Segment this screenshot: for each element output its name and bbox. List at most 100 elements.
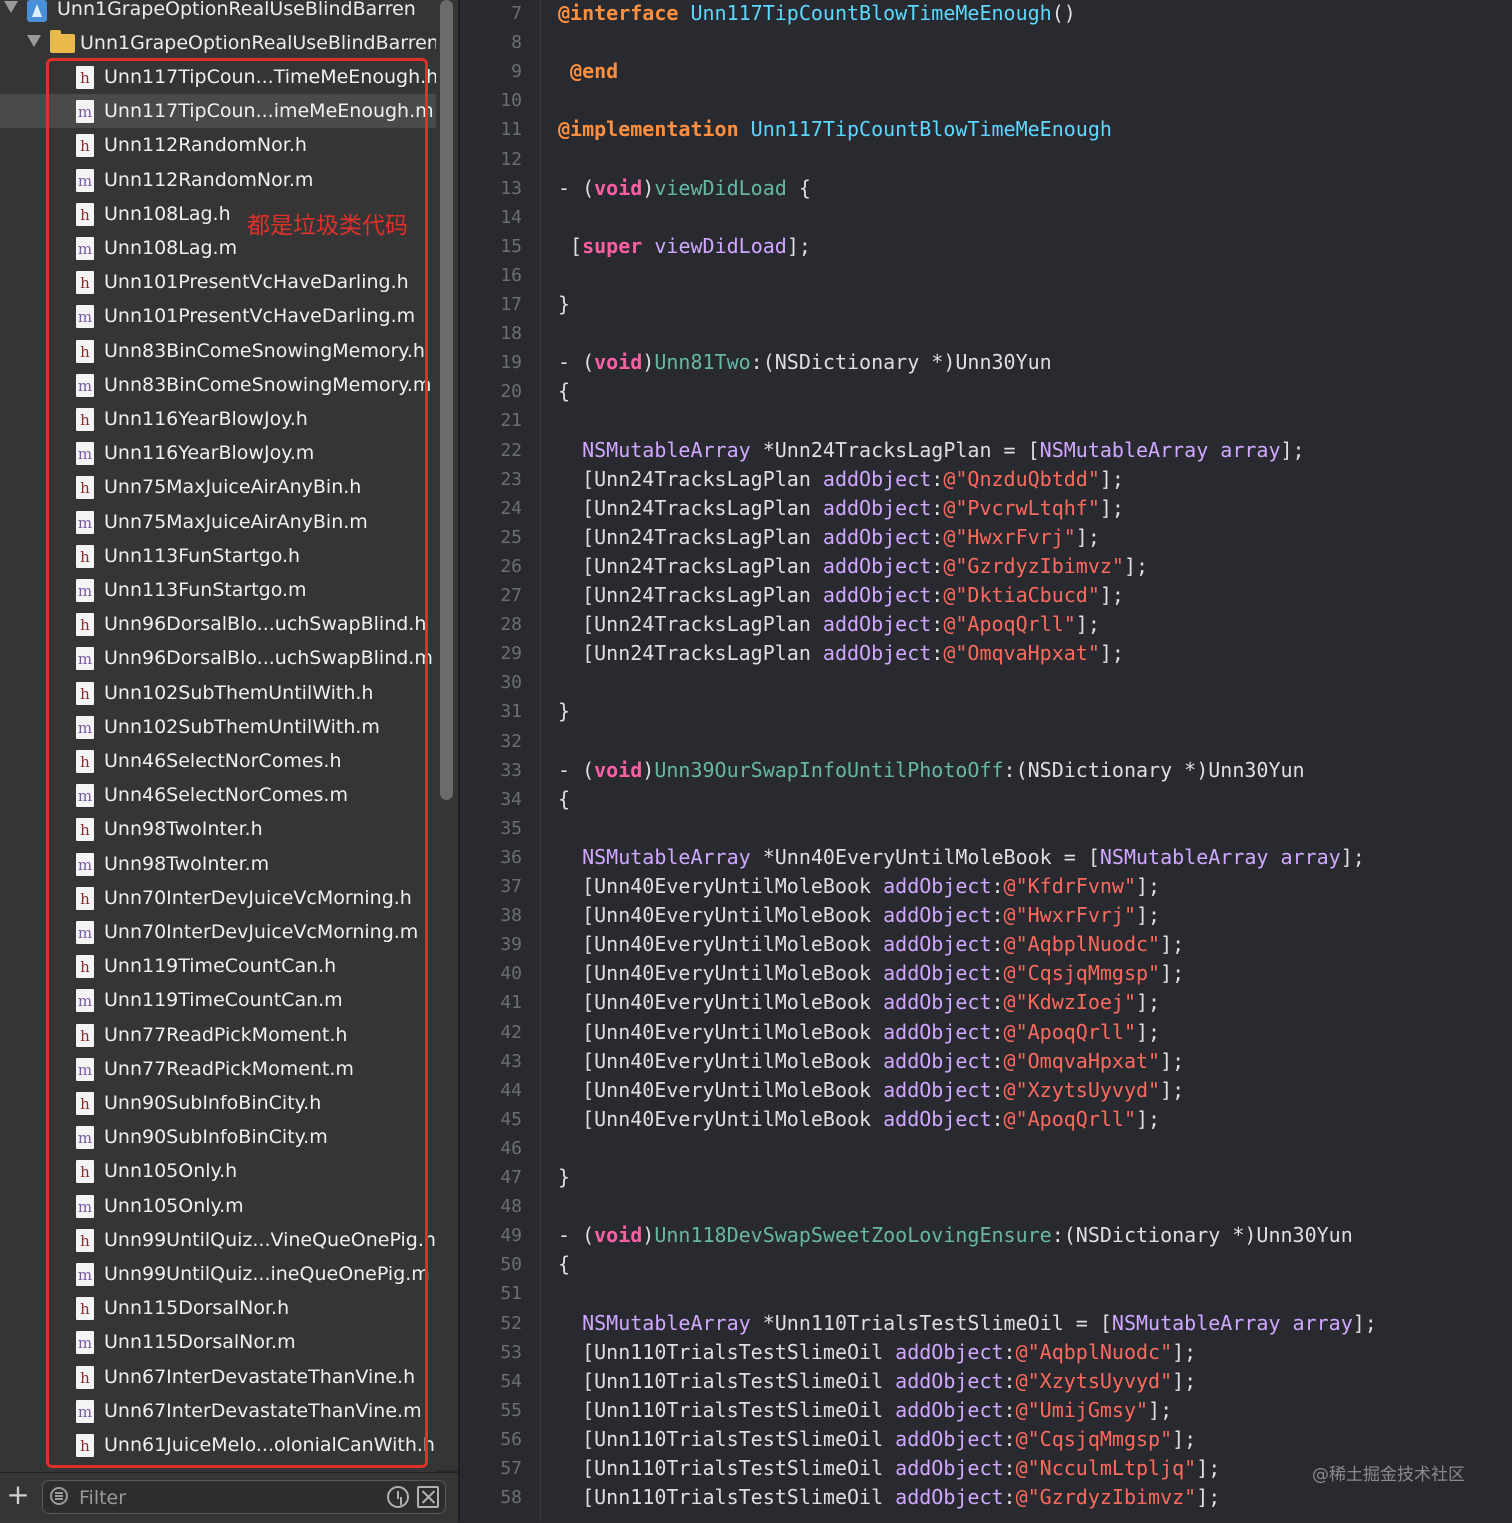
code-token: - ( [558, 175, 595, 200]
code-token: addObject [822, 524, 932, 549]
code-line[interactable]: [Unn40EveryUntilMoleBook addObject:@"Xzy… [558, 1076, 1184, 1105]
code-token: : [1003, 1485, 1016, 1510]
line-number: 44 [500, 1079, 522, 1101]
code-line[interactable]: - (void)Unn118DevSwapSweetZooLovingEnsur… [558, 1221, 1353, 1250]
code-token: ]; [1196, 1456, 1221, 1480]
code-line[interactable]: [Unn110TrialsTestSlimeOil addObject:@"Xz… [558, 1367, 1196, 1396]
code-token: ]; [1352, 1310, 1377, 1335]
code-token: : [1003, 1368, 1016, 1393]
code-line[interactable]: [Unn24TracksLagPlan addObject:@"GzrdyzIb… [558, 552, 1148, 581]
code-token: ) [642, 175, 655, 200]
disclosure-triangle-icon[interactable] [4, 1, 18, 13]
code-token: ]; [1160, 932, 1185, 957]
code-token: ]; [1075, 524, 1100, 549]
code-token: : [1003, 1397, 1016, 1422]
code-line[interactable]: [Unn110TrialsTestSlimeOil addObject:@"Um… [558, 1396, 1172, 1425]
line-number: 18 [500, 323, 522, 345]
scm-filter-icon[interactable] [417, 1486, 439, 1508]
code-line[interactable]: [Unn40EveryUntilMoleBook addObject:@"Kdw… [558, 988, 1160, 1017]
code-line[interactable]: @implementation Unn117TipCountBlowTimeMe… [558, 115, 1112, 144]
filter-icon [50, 1487, 68, 1505]
filter-field[interactable] [42, 1480, 446, 1515]
code-line[interactable]: [super viewDidLoad]; [558, 232, 811, 261]
code-token: : [991, 990, 1004, 1015]
plus-icon[interactable]: + [6, 1481, 30, 1509]
code-line[interactable]: [Unn40EveryUntilMoleBook addObject:@"Apo… [558, 1018, 1160, 1047]
code-token: addObject [883, 961, 992, 986]
code-line[interactable]: - (void)Unn81Two:(NSDictionary *)Unn30Yu… [558, 348, 1052, 377]
code-token: addObject [883, 990, 992, 1015]
code-line[interactable]: [Unn40EveryUntilMoleBook addObject:@"Kfd… [558, 872, 1160, 901]
project-row[interactable]: Unn1GrapeOptionRealUseBlindBarren [0, 0, 436, 26]
folder-icon [50, 30, 75, 53]
navigator-filter-bar: + [0, 1472, 458, 1523]
code-line[interactable]: [Unn110TrialsTestSlimeOil addObject:@"Nc… [558, 1454, 1220, 1483]
code-line[interactable]: [Unn24TracksLagPlan addObject:@"QnzduQbt… [558, 465, 1124, 494]
line-number: 53 [500, 1341, 522, 1363]
code-line[interactable]: [Unn40EveryUntilMoleBook addObject:@"Aqb… [558, 930, 1184, 959]
code-token: } [558, 699, 571, 724]
code-token: addObject [883, 1048, 992, 1073]
line-number: 41 [500, 992, 522, 1014]
code-line[interactable]: { [558, 1250, 570, 1279]
code-line[interactable]: [Unn24TracksLagPlan addObject:@"ApoqQrll… [558, 610, 1100, 639]
code-token: : [991, 932, 1004, 957]
clock-icon[interactable] [387, 1486, 409, 1508]
code-line[interactable]: [Unn40EveryUntilMoleBook addObject:@"Hwx… [558, 901, 1160, 930]
navigator-scrollbar-thumb[interactable] [440, 0, 453, 800]
code-token: : [991, 1019, 1004, 1044]
code-token: @"CqsjqMmgsp" [1003, 961, 1161, 986]
code-line[interactable]: [Unn24TracksLagPlan addObject:@"DktiaCbu… [558, 581, 1124, 610]
code-line[interactable]: } [558, 1163, 570, 1192]
code-token: ) [642, 350, 655, 375]
code-token: [Unn24TracksLagPlan [558, 553, 823, 578]
code-token: @"GzrdyzIbimvz" [943, 553, 1124, 578]
code-line[interactable]: [Unn110TrialsTestSlimeOil addObject:@"Cq… [558, 1425, 1196, 1454]
line-number: 25 [500, 526, 522, 548]
code-token: array [1292, 1310, 1353, 1335]
line-number: 10 [500, 90, 522, 112]
code-token: ) [642, 757, 655, 782]
code-line[interactable]: [Unn24TracksLagPlan addObject:@"PvcrwLtq… [558, 494, 1124, 523]
line-number: 37 [500, 876, 522, 897]
code-token: @"QnzduQbtdd" [943, 466, 1100, 491]
code-line[interactable]: NSMutableArray *Unn24TracksLagPlan = [NS… [558, 436, 1305, 465]
code-line[interactable]: [Unn40EveryUntilMoleBook addObject:@"Omq… [558, 1047, 1184, 1076]
code-token: : [931, 466, 944, 491]
code-line[interactable]: } [558, 697, 570, 726]
line-number: 38 [500, 905, 522, 927]
code-line[interactable]: [Unn24TracksLagPlan addObject:@"OmqvaHpx… [558, 639, 1124, 668]
code-line[interactable]: @end [558, 57, 618, 86]
group-row[interactable]: Unn1GrapeOptionRealUseBlindBarren [0, 26, 436, 60]
project-navigator: Unn1GrapeOptionRealUseBlindBarren Unn1Gr… [0, 0, 436, 1522]
disclosure-triangle-icon[interactable] [27, 35, 41, 47]
code-line[interactable]: NSMutableArray *Unn110TrialsTestSlimeOil… [558, 1309, 1377, 1338]
code-line[interactable]: - (void)viewDidLoad { [558, 174, 811, 203]
code-line[interactable]: [Unn40EveryUntilMoleBook addObject:@"Cqs… [558, 959, 1184, 988]
line-number: 16 [500, 264, 522, 286]
code-token: Unn117TipCountBlowTimeMeEnough [750, 117, 1112, 142]
code-line[interactable]: { [558, 785, 570, 814]
code-line[interactable]: @interface Unn117TipCountBlowTimeMeEnoug… [558, 0, 1076, 28]
code-line[interactable]: [Unn110TrialsTestSlimeOil addObject:@"Aq… [558, 1338, 1196, 1367]
code-line[interactable]: [Unn24TracksLagPlan addObject:@"HwxrFvrj… [558, 523, 1100, 552]
code-line[interactable]: { [558, 377, 570, 406]
code-line[interactable]: } [558, 290, 570, 319]
code-line[interactable]: [Unn110TrialsTestSlimeOil addObject:@"Gz… [558, 1483, 1220, 1512]
code-token: } [558, 292, 571, 316]
code-token: @"XzytsUyvyd" [1015, 1368, 1173, 1393]
code-token: Unn39OurSwapInfoUntilPhotoOff [654, 757, 1004, 782]
line-number: 40 [500, 963, 522, 985]
line-number: 34 [500, 788, 522, 810]
line-number: 49 [500, 1225, 522, 1247]
code-line[interactable]: [Unn40EveryUntilMoleBook addObject:@"Apo… [558, 1105, 1160, 1134]
line-number: 57 [500, 1458, 522, 1479]
code-line[interactable]: - (void)Unn39OurSwapInfoUntilPhotoOff:(N… [558, 756, 1305, 785]
code-line[interactable]: NSMutableArray *Unn40EveryUntilMoleBook … [558, 843, 1365, 872]
filter-input[interactable] [77, 1481, 381, 1515]
line-number: 47 [500, 1167, 522, 1188]
code-token: [ [558, 233, 583, 258]
